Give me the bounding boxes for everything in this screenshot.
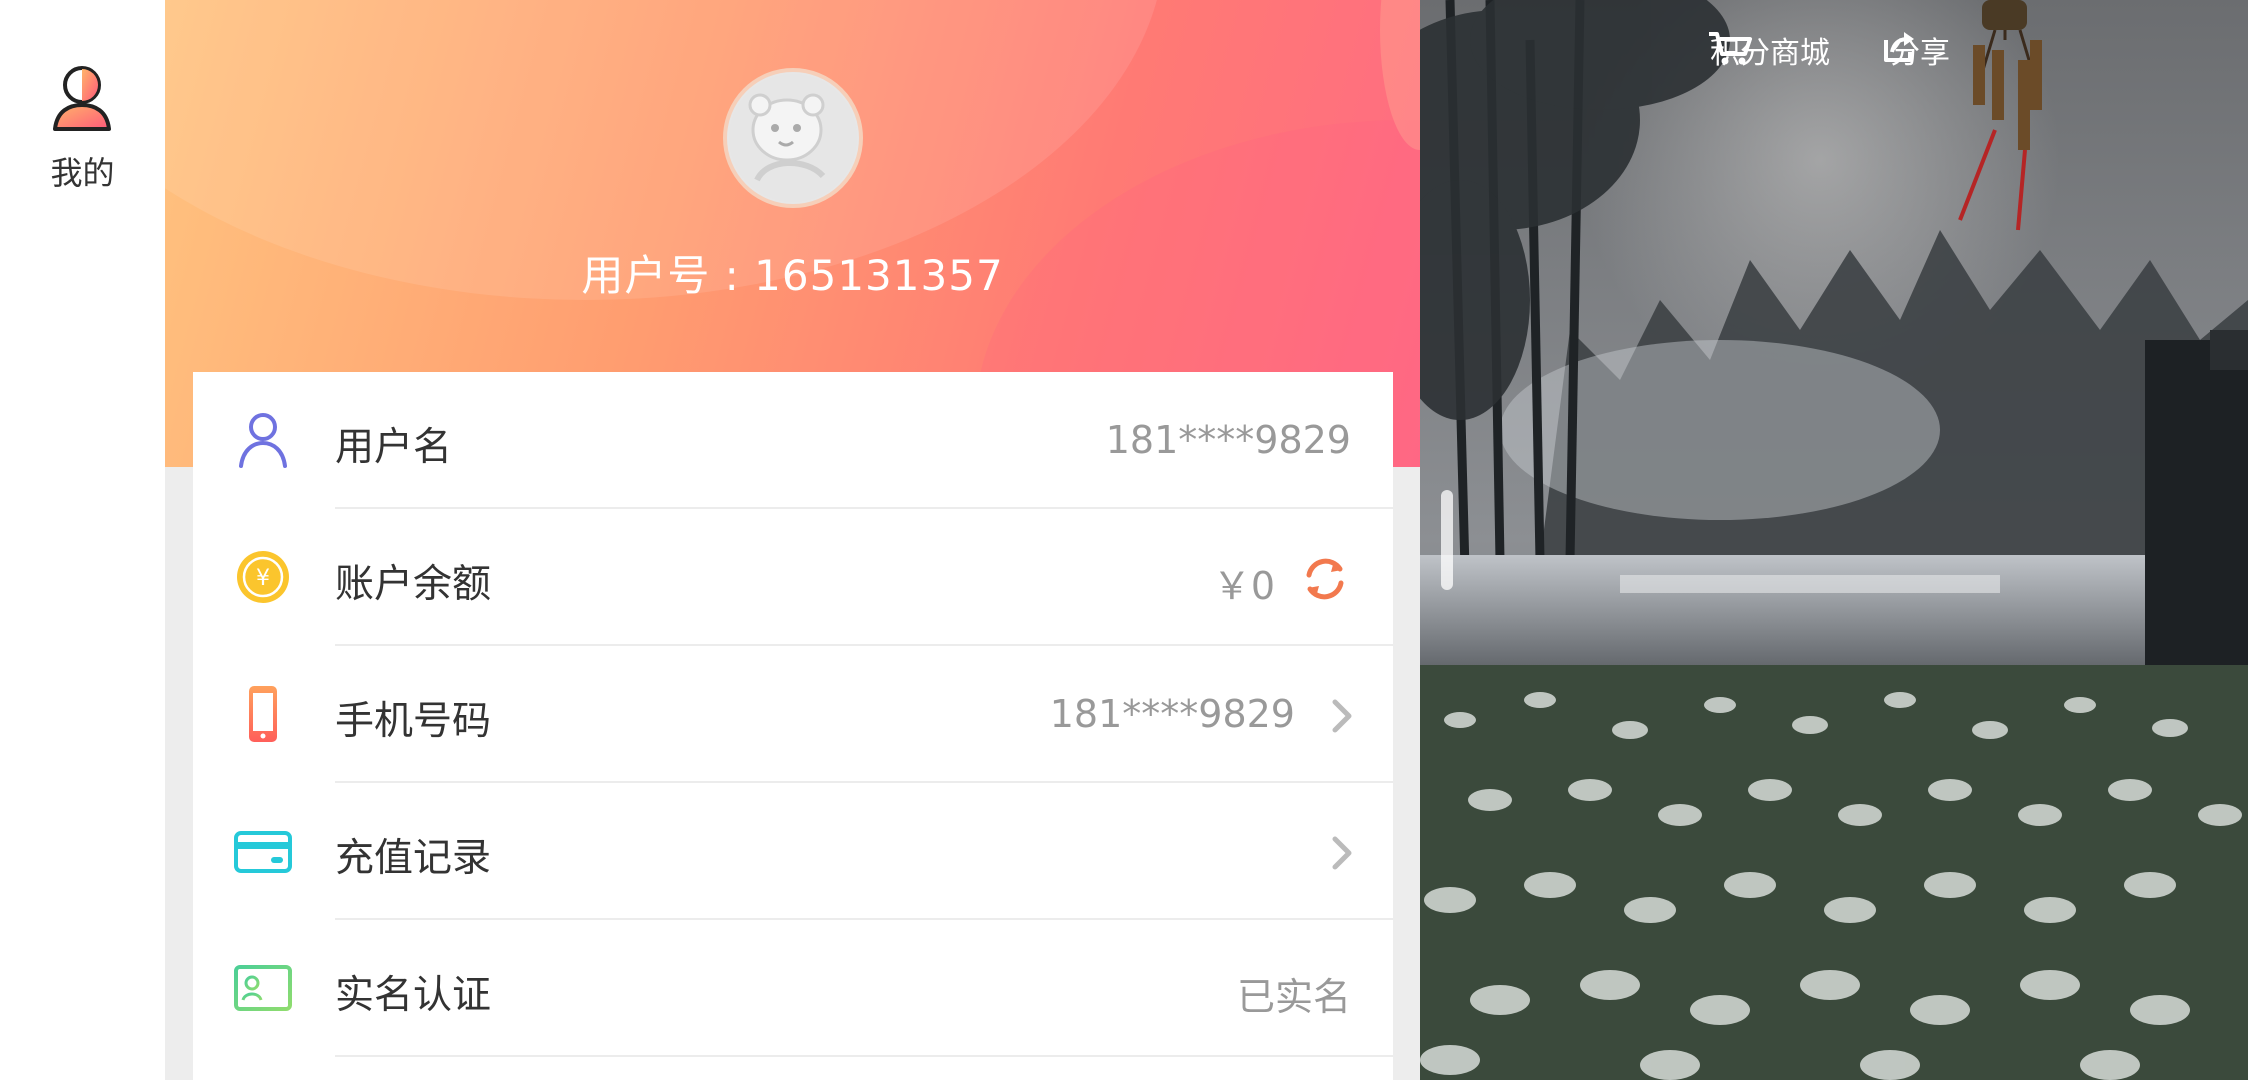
tab-mine[interactable]: 我的 bbox=[0, 30, 165, 192]
row-username-value: 181****9829 bbox=[1105, 418, 1351, 462]
phone-icon bbox=[249, 686, 277, 742]
row-balance-value: ￥0 bbox=[1212, 564, 1275, 608]
coin-icon: ¥ bbox=[237, 551, 289, 603]
card-icon bbox=[234, 831, 292, 873]
row-phone-value: 181****9829 bbox=[1049, 692, 1295, 736]
row-phone[interactable]: 手机号码 181****9829 bbox=[193, 646, 1393, 783]
row-balance-label: 账户余额 bbox=[335, 562, 492, 607]
scene-background bbox=[1420, 0, 2248, 1080]
id-card-icon bbox=[234, 965, 292, 1011]
default-avatar-icon bbox=[729, 74, 857, 202]
divider bbox=[335, 1055, 1393, 1057]
cart-icon bbox=[1709, 32, 1752, 65]
row-phone-label: 手机号码 bbox=[335, 699, 492, 744]
coin-symbol: ¥ bbox=[256, 566, 270, 591]
row-recharge-records[interactable]: 充值记录 bbox=[193, 783, 1393, 920]
side-rail: 我的 bbox=[0, 0, 165, 1080]
row-real-name-label: 实名认证 bbox=[335, 973, 492, 1018]
tab-mine-label: 我的 bbox=[50, 154, 115, 192]
person-icon bbox=[239, 413, 287, 468]
share-icon bbox=[1884, 32, 1914, 62]
user-id-text: 用户号 : 165131357 bbox=[581, 251, 1004, 300]
profile-info-card: 用户名 181****9829 ¥ 账户余额 ￥0 手机号码 181****98… bbox=[193, 372, 1393, 1080]
points-mall-button[interactable]: 积分商城 bbox=[1705, 28, 1835, 72]
row-real-name-value: 已实名 bbox=[1236, 975, 1351, 1019]
game-scene[interactable]: 积分商城 分享 bbox=[1420, 0, 2248, 1080]
user-profile-icon bbox=[53, 66, 111, 131]
profile-panel: 用户号 : 165131357 用户名 181****9829 ¥ 账户余额 ￥… bbox=[165, 0, 1420, 1080]
row-username-label: 用户名 bbox=[335, 425, 453, 470]
avatar[interactable] bbox=[723, 68, 863, 208]
chevron-right-icon bbox=[1332, 699, 1352, 733]
share-button[interactable]: 分享 bbox=[1880, 28, 1960, 72]
row-username: 用户名 181****9829 bbox=[193, 372, 1393, 509]
refresh-icon[interactable] bbox=[1299, 553, 1351, 605]
row-recharge-label: 充值记录 bbox=[335, 836, 492, 881]
scroll-handle[interactable] bbox=[1441, 490, 1453, 590]
row-real-name: 实名认证 已实名 bbox=[193, 920, 1393, 1057]
chevron-right-icon bbox=[1332, 836, 1352, 870]
row-balance: ¥ 账户余额 ￥0 bbox=[193, 509, 1393, 646]
